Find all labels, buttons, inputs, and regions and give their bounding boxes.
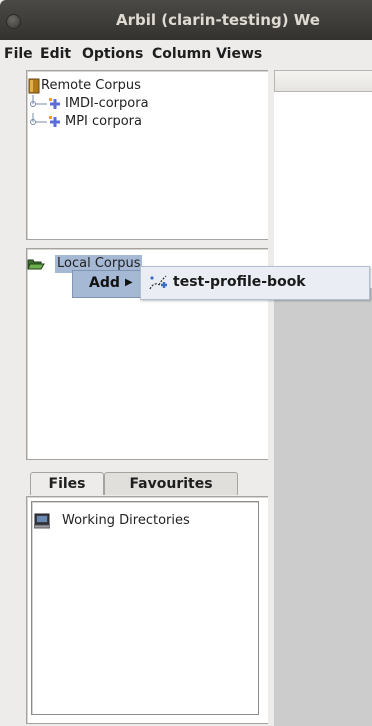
working-directories-tree[interactable]: Working Directories — [31, 501, 259, 715]
right-empty-area — [274, 288, 372, 726]
right-content-area — [274, 92, 372, 288]
tab-files[interactable]: Files — [30, 472, 104, 495]
remote-corpus-tree[interactable]: Remote Corpus IMDI-corpora MPI corpora — [26, 70, 270, 240]
working-directories-label: Working Directories — [62, 513, 190, 528]
right-tab-bar — [274, 70, 372, 92]
computer-icon — [34, 513, 50, 529]
menu-file[interactable]: File — [4, 46, 33, 62]
node-connector-icon — [30, 95, 60, 109]
menu-bar: File Edit Options Column Views — [0, 40, 372, 66]
context-menu-add[interactable]: Add ▶ — [73, 271, 145, 297]
node-connector-icon — [30, 113, 60, 127]
submenu-item-label: test-profile-book — [173, 274, 306, 290]
submenu-arrow-icon: ▶ — [125, 277, 133, 288]
window-title: Arbil (clarin-testing) We — [116, 11, 320, 29]
submenu-item-test-profile-book[interactable]: test-profile-book — [141, 267, 369, 299]
tree-row-imdi-corpora[interactable]: IMDI-corpora — [27, 95, 247, 113]
tab-favourites[interactable]: Favourites — [104, 472, 238, 495]
profile-node-icon — [149, 275, 167, 290]
add-submenu: test-profile-book — [140, 266, 370, 300]
context-menu: Add ▶ — [72, 270, 146, 298]
menu-options[interactable]: Options — [82, 46, 143, 62]
remote-corpus-label: Remote Corpus — [41, 78, 141, 93]
files-panel[interactable]: Working Directories — [26, 496, 270, 724]
imdi-corpora-label: IMDI-corpora — [65, 96, 149, 111]
close-window-button[interactable] — [6, 14, 21, 29]
tree-row-mpi-corpora[interactable]: MPI corpora — [27, 113, 247, 131]
menu-column-views[interactable]: Column Views — [152, 46, 262, 62]
title-bar[interactable]: Arbil (clarin-testing) We — [0, 0, 372, 40]
folder-open-icon — [27, 259, 45, 270]
menu-edit[interactable]: Edit — [40, 46, 71, 62]
app-window: Arbil (clarin-testing) We File Edit Opti… — [0, 0, 372, 726]
add-label: Add — [89, 275, 120, 291]
mpi-corpora-label: MPI corpora — [65, 114, 142, 129]
